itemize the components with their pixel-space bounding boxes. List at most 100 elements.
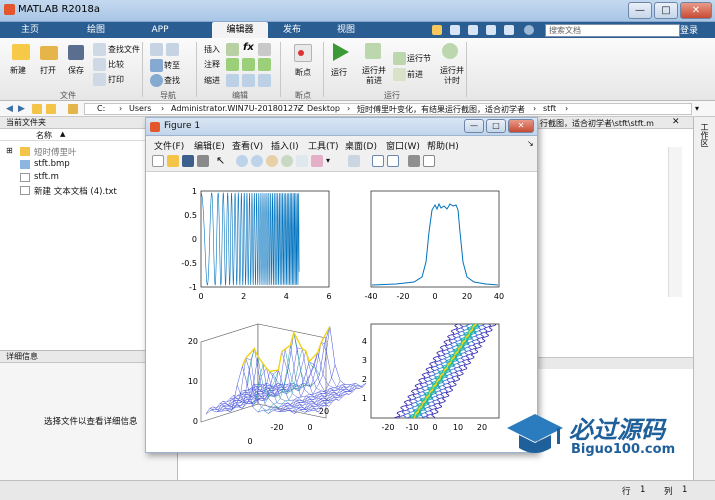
compare-button[interactable]: 比较 bbox=[108, 59, 124, 70]
forward-arrow-icon[interactable]: ▶ bbox=[18, 104, 25, 114]
tab-plots[interactable]: 绘图 bbox=[74, 22, 118, 38]
menu-help[interactable]: 帮助(H) bbox=[427, 139, 459, 152]
minimize-button[interactable]: — bbox=[628, 2, 652, 19]
tab-view[interactable]: 视图 bbox=[326, 22, 366, 38]
wrap-comment-icon[interactable] bbox=[258, 58, 271, 71]
new-button[interactable]: 新建 bbox=[10, 65, 26, 76]
fx-button[interactable]: fx bbox=[243, 42, 254, 53]
pan-hand-icon[interactable] bbox=[266, 155, 278, 167]
run-and-time-button[interactable]: 运行并 计时 bbox=[440, 66, 464, 86]
menu-edit[interactable]: 编辑(E) bbox=[194, 139, 225, 152]
browse-folder-icon[interactable] bbox=[46, 104, 56, 114]
editor-scrollbar[interactable] bbox=[668, 147, 682, 297]
forward-nav-icon[interactable] bbox=[166, 43, 179, 56]
figure-maximize-button[interactable]: □ bbox=[486, 119, 506, 133]
undo-icon[interactable] bbox=[486, 25, 496, 35]
menu-file[interactable]: 文件(F) bbox=[154, 139, 184, 152]
save-icon[interactable] bbox=[68, 45, 84, 60]
menu-desktop[interactable]: 桌面(D) bbox=[345, 139, 377, 152]
print-figure-icon[interactable] bbox=[197, 155, 209, 167]
legend-icon[interactable] bbox=[387, 155, 399, 167]
hide-plot-tools-icon[interactable] bbox=[408, 155, 420, 167]
pointer-icon[interactable]: ↖ bbox=[216, 154, 225, 167]
path-segment-desktop[interactable]: Desktop bbox=[307, 104, 340, 113]
run-button[interactable]: 运行 bbox=[331, 67, 347, 78]
colorbar-icon[interactable] bbox=[372, 155, 384, 167]
menu-view[interactable]: 查看(V) bbox=[232, 139, 263, 152]
path-dropdown-icon[interactable]: ▾ bbox=[695, 104, 699, 113]
login-link[interactable]: 登录 bbox=[680, 23, 698, 36]
list-item[interactable]: stft.m bbox=[34, 172, 59, 182]
subplot-time-signal[interactable]: 0 2 4 6 1 0.5 0 -0.5 -1 bbox=[181, 187, 331, 301]
data-cursor-icon[interactable] bbox=[296, 155, 308, 167]
tab-apps[interactable]: APP bbox=[140, 22, 180, 38]
help-icon[interactable] bbox=[524, 25, 534, 35]
run-advance-button[interactable]: 运行并 前进 bbox=[362, 66, 386, 86]
open-button[interactable]: 打开 bbox=[40, 65, 56, 76]
sort-asc-icon[interactable]: ▲ bbox=[60, 130, 65, 138]
advance-button[interactable]: 前进 bbox=[407, 69, 423, 80]
figure-title-bar[interactable]: Figure 1 — □ ✕ bbox=[146, 118, 537, 136]
open-file-icon[interactable] bbox=[167, 155, 179, 167]
save-button[interactable]: 保存 bbox=[68, 65, 84, 76]
path-segment-drive[interactable]: C: bbox=[97, 104, 105, 113]
tab-editor[interactable]: 编辑器 bbox=[212, 22, 268, 38]
tab-publish[interactable]: 发布 bbox=[272, 22, 312, 38]
uncomment-icon[interactable] bbox=[242, 58, 255, 71]
close-button[interactable]: ✕ bbox=[680, 2, 712, 19]
menu-tools[interactable]: 工具(T) bbox=[308, 139, 339, 152]
increase-indent-icon[interactable] bbox=[242, 74, 255, 87]
menu-dock-icon[interactable]: ↘ bbox=[527, 139, 534, 148]
find-button[interactable]: 查找 bbox=[164, 75, 180, 86]
open-icon[interactable] bbox=[40, 46, 58, 60]
subplot-spectrogram[interactable]: -20 -10 0 10 20 4 3 2 1 bbox=[362, 323, 500, 432]
breakpoints-icon[interactable] bbox=[294, 44, 312, 62]
print-button[interactable]: 打印 bbox=[108, 74, 124, 85]
path-segment-admin[interactable]: Administrator.WIN7U-20180127Z bbox=[171, 104, 304, 113]
rotate-3d-icon[interactable] bbox=[281, 155, 293, 167]
workspace-label[interactable]: 工作区 bbox=[699, 123, 710, 147]
tab-home[interactable]: 主页 bbox=[8, 22, 52, 38]
copy-icon[interactable] bbox=[468, 25, 478, 35]
back-nav-icon[interactable] bbox=[150, 43, 163, 56]
list-item[interactable]: 短时傅里叶 bbox=[34, 146, 77, 158]
run-section-button[interactable]: 运行节 bbox=[407, 53, 431, 64]
list-item[interactable]: 新建 文本文档 (4).txt bbox=[34, 185, 117, 197]
path-segment-stft[interactable]: stft bbox=[543, 104, 556, 113]
save-quick-icon[interactable] bbox=[432, 25, 442, 35]
link-plot-icon[interactable] bbox=[348, 155, 360, 167]
brush-icon[interactable] bbox=[311, 155, 323, 167]
subplot-spectrum[interactable]: -40 -20 0 20 40 bbox=[364, 190, 504, 301]
back-arrow-icon[interactable]: ◀ bbox=[6, 104, 13, 114]
menu-insert[interactable]: 插入(I) bbox=[271, 139, 299, 152]
path-segment-project[interactable]: 短时傅里叶变化，有结果运行截图，适合初学者 bbox=[357, 104, 525, 115]
cut-icon[interactable] bbox=[450, 25, 460, 35]
run-icon[interactable] bbox=[333, 43, 349, 61]
figure-minimize-button[interactable]: — bbox=[464, 119, 484, 133]
zoom-out-icon[interactable] bbox=[251, 155, 263, 167]
subplot-3d-mesh[interactable]: 20 10 0 0 -20 20 0 bbox=[188, 323, 367, 446]
save-figure-icon[interactable] bbox=[182, 155, 194, 167]
name-column-header[interactable]: 名称 bbox=[36, 130, 52, 141]
show-plot-tools-icon[interactable] bbox=[423, 155, 435, 167]
figure-close-button[interactable]: ✕ bbox=[508, 119, 534, 133]
indent-button[interactable]: 缩进 bbox=[204, 75, 220, 86]
expand-icon[interactable]: ⊞ bbox=[6, 146, 13, 155]
brush-dropdown-icon[interactable]: ▾ bbox=[326, 156, 330, 165]
up-folder-icon[interactable] bbox=[32, 104, 42, 114]
list-item[interactable]: stft.bmp bbox=[34, 159, 70, 169]
menu-window[interactable]: 窗口(W) bbox=[386, 139, 420, 152]
smart-indent-icon[interactable] bbox=[226, 74, 239, 87]
comment-icon[interactable] bbox=[226, 58, 239, 71]
goto-button[interactable]: 转至 bbox=[164, 60, 180, 71]
search-docs-input[interactable]: 搜索文档 bbox=[545, 24, 680, 37]
path-field[interactable]: C: › Users › Administrator.WIN7U-2018012… bbox=[84, 103, 692, 115]
redo-icon[interactable] bbox=[504, 25, 514, 35]
new-figure-icon[interactable] bbox=[152, 155, 164, 167]
insert-button[interactable]: 插入 bbox=[204, 44, 220, 55]
run-time-icon[interactable] bbox=[442, 43, 458, 59]
new-icon[interactable] bbox=[12, 44, 30, 60]
comment-button[interactable]: 注释 bbox=[204, 59, 220, 70]
breakpoints-button[interactable]: 断点 bbox=[295, 67, 311, 78]
run-advance-icon[interactable] bbox=[365, 43, 381, 59]
